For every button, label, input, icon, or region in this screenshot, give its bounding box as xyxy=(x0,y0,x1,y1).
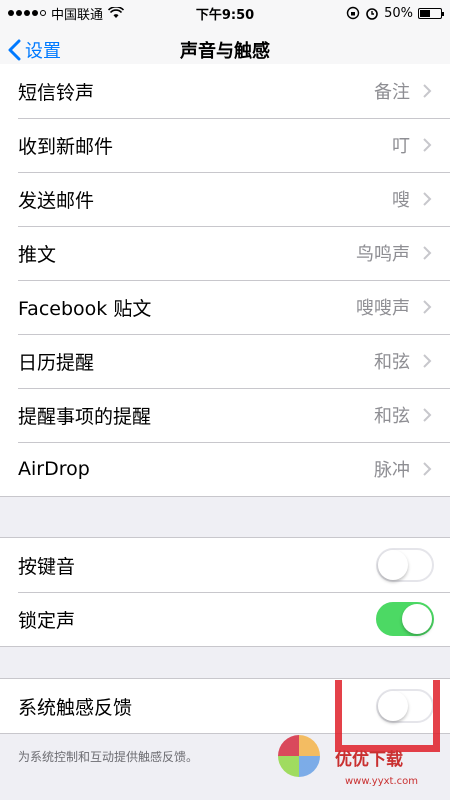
row-label: 日历提醒 xyxy=(18,351,95,374)
watermark-url: www.yyxt.com xyxy=(345,776,419,787)
status-left: 中国联通 xyxy=(8,4,125,23)
row-label: 提醒事项的提醒 xyxy=(18,405,152,428)
watermark-logo xyxy=(278,735,320,777)
battery-percent: 50% xyxy=(384,5,413,21)
list-item[interactable]: 短信铃声 备注 xyxy=(0,64,450,118)
system-haptics-label: 系统触感反馈 xyxy=(18,696,133,719)
page-title: 声音与触感 xyxy=(180,40,270,62)
list-item[interactable]: 日历提醒 和弦 xyxy=(0,334,450,388)
lock-sound-toggle[interactable] xyxy=(376,602,434,636)
chevron-right-icon xyxy=(423,462,432,476)
back-label: 设置 xyxy=(25,41,61,62)
red-annotation-mark xyxy=(335,680,440,752)
lock-sound-label: 锁定声 xyxy=(18,609,76,632)
row-value: 鸟鸣声 xyxy=(356,244,410,265)
list-item[interactable]: AirDrop 脉冲 xyxy=(0,442,450,496)
orientation-lock-icon xyxy=(346,6,360,20)
keyboard-clicks-label: 按键音 xyxy=(18,555,76,578)
chevron-right-icon xyxy=(423,300,432,314)
row-value: 和弦 xyxy=(374,406,410,427)
row-value: 备注 xyxy=(374,82,410,103)
alarm-icon xyxy=(366,8,378,20)
row-label: 推文 xyxy=(18,243,57,266)
list-item[interactable]: 收到新邮件 叮 xyxy=(0,118,450,172)
carrier-label: 中国联通 xyxy=(51,7,104,23)
battery-icon xyxy=(418,7,444,19)
row-value: 脉冲 xyxy=(374,460,410,481)
row-value: 嗖 xyxy=(392,190,410,211)
status-time: 下午9:50 xyxy=(195,7,255,23)
row-value: 嗖嗖声 xyxy=(356,298,410,319)
row-label: 收到新邮件 xyxy=(18,135,114,158)
keyboard-clicks-toggle[interactable] xyxy=(376,548,434,582)
list-item: 按键音 xyxy=(0,538,450,592)
row-label: Facebook 贴文 xyxy=(18,297,152,320)
toggle-list: 按键音 锁定声 xyxy=(0,537,450,647)
chevron-right-icon xyxy=(423,246,432,260)
chevron-right-icon xyxy=(423,138,432,152)
list-item[interactable]: Facebook 贴文 嗖嗖声 xyxy=(0,280,450,334)
status-right: 50% xyxy=(346,5,444,21)
chevron-right-icon xyxy=(423,192,432,206)
row-label: AirDrop xyxy=(18,458,90,480)
row-value: 叮 xyxy=(392,136,410,157)
list-item[interactable]: 提醒事项的提醒 和弦 xyxy=(0,388,450,442)
row-label: 发送邮件 xyxy=(18,189,95,212)
chevron-right-icon xyxy=(423,354,432,368)
chevron-right-icon xyxy=(423,408,432,422)
sound-list: 短信铃声 备注 收到新邮件 叮 发送邮件 嗖 推文 鸟鸣声 Facebook 贴… xyxy=(0,64,450,497)
list-item[interactable]: 推文 鸟鸣声 xyxy=(0,226,450,280)
wifi-icon xyxy=(108,7,125,18)
status-bar: 中国联通 下午9:50 50% xyxy=(0,0,450,26)
watermark-text: 优优下载 xyxy=(335,750,403,770)
list-item: 锁定声 xyxy=(0,592,450,646)
haptic-footer-note: 为系统控制和互动提供触感反馈。 xyxy=(18,750,199,764)
row-label: 短信铃声 xyxy=(18,81,95,104)
signal-icon xyxy=(8,10,46,16)
list-item[interactable]: 发送邮件 嗖 xyxy=(0,172,450,226)
chevron-left-icon xyxy=(8,39,21,61)
row-value: 和弦 xyxy=(374,352,410,373)
chevron-right-icon xyxy=(423,84,432,98)
